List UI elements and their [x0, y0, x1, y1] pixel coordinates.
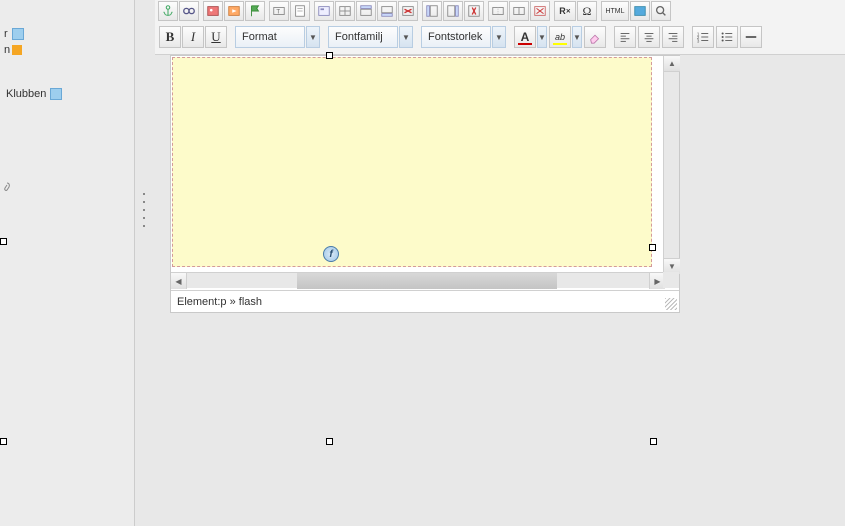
textcolor-button[interactable]: A	[514, 26, 536, 48]
sidebar-item-klubben[interactable]: Klubben	[2, 86, 134, 102]
fontfamily-select[interactable]: Fontfamilj	[328, 26, 398, 48]
outer-resize-handle-sw[interactable]	[0, 438, 7, 445]
fontfamily-select-arrow[interactable]: ▼	[399, 26, 413, 48]
status-bar: Element: p » flash	[171, 290, 679, 312]
format-select-arrow[interactable]: ▼	[306, 26, 320, 48]
html-source-button[interactable]: HTML	[601, 1, 629, 21]
fontsize-select-label: Fontstorlek	[428, 31, 482, 43]
document-button[interactable]	[290, 1, 310, 21]
editor-canvas[interactable]: f ▲ ▼ ◀ ▶ Element: p » flash	[170, 55, 680, 313]
list-unordered-button[interactable]	[716, 26, 738, 48]
flash-icon: f	[323, 246, 339, 262]
highlight-swatch	[553, 43, 567, 45]
image-button[interactable]	[203, 1, 223, 21]
format-select-label: Format	[242, 31, 277, 43]
textcolor-arrow[interactable]: ▼	[537, 26, 547, 48]
flag-button[interactable]	[245, 1, 265, 21]
link-button[interactable]	[179, 1, 199, 21]
row-before-button[interactable]	[356, 1, 376, 21]
fontsize-select-arrow[interactable]: ▼	[492, 26, 506, 48]
textbox-button[interactable]: T	[269, 1, 289, 21]
sidebar-item-label: Klubben	[6, 88, 46, 100]
svg-text:3: 3	[697, 38, 700, 43]
page-icon	[50, 88, 62, 100]
table-insert-button[interactable]	[335, 1, 355, 21]
resize-handle-n[interactable]	[326, 52, 333, 59]
table-delete-button[interactable]	[530, 1, 550, 21]
resize-grip[interactable]	[665, 298, 677, 310]
highlight-arrow[interactable]: ▼	[572, 26, 582, 48]
sidebar-item-label: n	[4, 44, 10, 56]
sidebar: r n Klubben	[0, 0, 135, 526]
col-after-button[interactable]	[443, 1, 463, 21]
status-prefix: Element:	[177, 296, 220, 308]
note-icon	[12, 45, 22, 55]
split-cells-button[interactable]	[509, 1, 529, 21]
row-after-button[interactable]	[377, 1, 397, 21]
vertical-scrollbar[interactable]: ▲ ▼	[663, 56, 679, 274]
col-before-button[interactable]	[422, 1, 442, 21]
scroll-thumb[interactable]	[297, 273, 557, 289]
sidebar-item-n[interactable]: n	[0, 42, 134, 58]
remove-format-button[interactable]: R✕	[554, 1, 576, 21]
svg-text:T: T	[276, 9, 280, 16]
textcolor-swatch	[518, 43, 532, 45]
page-icon	[12, 28, 24, 40]
horizontal-scrollbar[interactable]: ◀ ▶	[171, 272, 665, 288]
outer-resize-handle-se[interactable]	[650, 438, 657, 445]
toolbar: T R✕ Ω	[155, 0, 845, 55]
fontsize-select[interactable]: Fontstorlek	[421, 26, 491, 48]
form-button[interactable]	[314, 1, 334, 21]
toolbar-row-2: B I U Format ▼ Fontfamilj ▼ Fontstorlek …	[155, 24, 845, 50]
eraser-button[interactable]	[584, 26, 606, 48]
preview-button[interactable]	[651, 1, 671, 21]
status-element-path[interactable]: p » flash	[220, 296, 262, 308]
italic-button[interactable]: I	[182, 26, 204, 48]
hr-button[interactable]	[740, 26, 762, 48]
col-delete-button[interactable]	[464, 1, 484, 21]
splitter-handle[interactable]	[140, 190, 148, 230]
scroll-left-arrow[interactable]: ◀	[171, 273, 187, 289]
bold-button[interactable]: B	[159, 26, 181, 48]
format-select[interactable]: Format	[235, 26, 305, 48]
fontfamily-select-label: Fontfamilj	[335, 31, 383, 43]
underline-button[interactable]: U	[205, 26, 227, 48]
outer-resize-handle-w[interactable]	[0, 238, 7, 245]
align-right-button[interactable]	[662, 26, 684, 48]
align-center-button[interactable]	[638, 26, 660, 48]
list-ordered-button[interactable]: 123	[692, 26, 714, 48]
scroll-track[interactable]	[187, 273, 649, 288]
media-button[interactable]	[224, 1, 244, 21]
sidebar-item-r[interactable]: r	[0, 26, 134, 42]
fullscreen-button[interactable]	[630, 1, 650, 21]
toolbar-row-1: T R✕ Ω	[155, 0, 845, 24]
merge-cells-button[interactable]	[488, 1, 508, 21]
sidebar-item-label: r	[4, 28, 8, 40]
special-char-button[interactable]: Ω	[577, 1, 597, 21]
anchor-button[interactable]	[158, 1, 178, 21]
highlight-button[interactable]: ab	[549, 26, 571, 48]
editor: T R✕ Ω	[155, 0, 845, 313]
row-delete-button[interactable]	[398, 1, 418, 21]
attachment-icon	[2, 182, 12, 195]
scroll-corner	[663, 272, 679, 288]
resize-handle-e[interactable]	[649, 244, 656, 251]
align-left-button[interactable]	[614, 26, 636, 48]
outer-resize-handle-s[interactable]	[326, 438, 333, 445]
flash-object[interactable]: f	[172, 57, 652, 267]
scroll-up-arrow[interactable]: ▲	[664, 56, 680, 72]
